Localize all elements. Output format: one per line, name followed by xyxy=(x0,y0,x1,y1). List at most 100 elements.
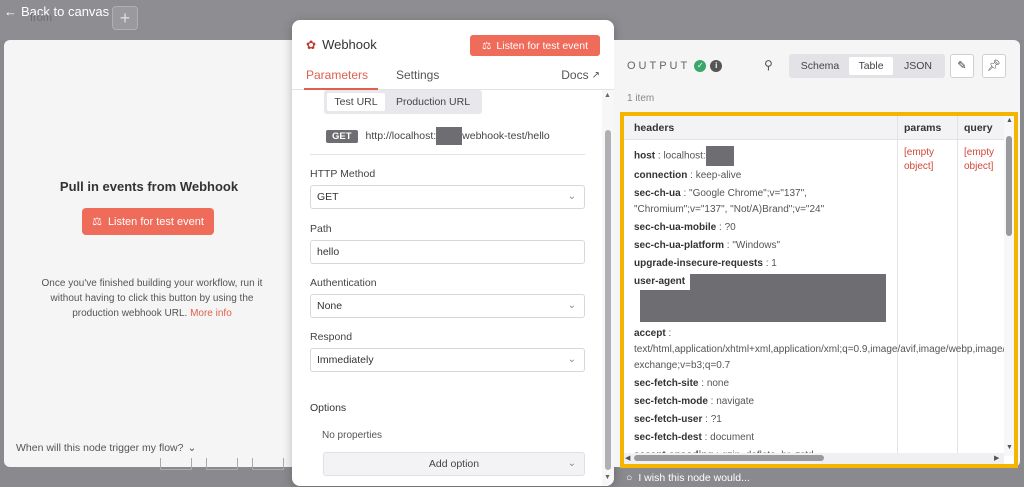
redacted-block xyxy=(690,274,886,322)
tab-settings[interactable]: Settings xyxy=(396,68,439,82)
table-horizontal-scrollbar[interactable]: ◀ ▶ xyxy=(624,453,1004,464)
path-value: hello xyxy=(317,246,340,258)
authentication-select[interactable]: None ⌄ xyxy=(310,294,585,318)
scroll-down-icon[interactable]: ▼ xyxy=(604,474,611,481)
feedback-link[interactable]: ○ I wish this node would... xyxy=(626,472,750,484)
back-to-canvas-button[interactable]: ← Back to canvas xyxy=(4,4,109,19)
input-panel-description: Once you've finished building your workf… xyxy=(28,276,276,321)
scroll-down-icon[interactable]: ▼ xyxy=(1006,444,1013,451)
url-suffix: webhook-test/hello xyxy=(462,130,550,142)
authentication-value: None xyxy=(317,300,343,312)
header-key: sec-fetch-user xyxy=(634,414,703,425)
header-entry: accept : text/html,application/xhtml+xml… xyxy=(634,326,1014,374)
lightbulb-icon: ○ xyxy=(626,472,633,484)
header-value: 1 xyxy=(771,258,777,269)
header-entry: sec-ch-ua-mobile : ?0 xyxy=(634,222,736,233)
add-node-button[interactable]: + xyxy=(112,6,138,30)
header-value: localhost: xyxy=(663,150,706,162)
header-value: navigate xyxy=(716,396,755,407)
canvas-control xyxy=(252,458,284,470)
test-url-tab[interactable]: Test URL xyxy=(327,93,385,111)
item-count: 1 item xyxy=(627,93,655,104)
header-key: sec-fetch-mode xyxy=(634,396,708,407)
output-title-text: OUTPUT xyxy=(627,60,691,72)
webhook-url-row[interactable]: GET http://localhost: webhook-test/hello xyxy=(326,127,550,145)
query-cell: [empty object] xyxy=(964,147,995,172)
header-value: ?0 xyxy=(724,222,736,233)
pin-data-button[interactable]: 📌︎ xyxy=(982,54,1006,78)
node-listen-button[interactable]: ⚖ Listen for test event xyxy=(470,35,600,56)
header-key: accept xyxy=(634,328,666,339)
column-divider xyxy=(957,116,958,456)
http-method-select[interactable]: GET ⌄ xyxy=(310,185,585,209)
header-entry: connection : keep-alive xyxy=(634,170,742,181)
arrow-left-icon: ← xyxy=(4,4,17,19)
column-header-params: params xyxy=(904,122,942,134)
parameters-body: Test URL Production URL GET http://local… xyxy=(292,90,602,486)
header-value: keep-alive xyxy=(695,170,742,181)
more-info-link[interactable]: More info xyxy=(190,308,232,319)
respond-label: Respond xyxy=(310,331,353,343)
table-header: headers params query xyxy=(624,116,1014,140)
scroll-right-icon[interactable]: ▶ xyxy=(994,454,999,462)
schema-view-tab[interactable]: Schema xyxy=(793,57,847,75)
chevron-down-icon: ⌄ xyxy=(567,300,576,311)
tab-parameters[interactable]: Parameters xyxy=(306,68,368,82)
method-badge: GET xyxy=(326,129,358,143)
input-panel: Pull in events from Webhook ⚖ Listen for… xyxy=(4,40,300,467)
header-value: ?1 xyxy=(710,414,722,425)
header-key: sec-ch-ua xyxy=(634,188,681,199)
scroll-up-icon[interactable]: ▲ xyxy=(604,92,611,99)
listen-for-test-event-button[interactable]: ⚖ Listen for test event xyxy=(82,208,214,235)
check-circle-icon: ✓ xyxy=(694,60,707,72)
scrollbar-thumb[interactable] xyxy=(605,130,611,470)
docs-link[interactable]: Docs ↗ xyxy=(561,68,600,82)
trigger-help-toggle[interactable]: When will this node trigger my flow? ⌄ xyxy=(16,442,196,454)
http-method-label: HTTP Method xyxy=(310,168,376,180)
node-settings-panel: ✿ Webhook ⚖ Listen for test event Parame… xyxy=(292,20,614,486)
header-key: sec-fetch-site xyxy=(634,378,699,389)
json-view-tab[interactable]: JSON xyxy=(895,57,941,75)
scrollbar-thumb[interactable] xyxy=(1006,136,1012,236)
header-entry: upgrade-insecure-requests : 1 xyxy=(634,258,777,269)
table-view-tab[interactable]: Table xyxy=(849,57,893,75)
header-value: none xyxy=(706,378,730,389)
header-value: "Windows" xyxy=(732,240,781,251)
authentication-label: Authentication xyxy=(310,277,377,289)
parameters-scrollbar[interactable]: ▲ ▼ xyxy=(602,90,614,486)
header-key: upgrade-insecure-requests xyxy=(634,258,763,269)
add-option-label: Add option xyxy=(428,458,480,470)
headers-cell: host : localhost: connection : keep-aliv… xyxy=(634,146,1014,464)
search-icon[interactable]: ⚲ xyxy=(764,58,773,72)
scrollbar-thumb[interactable] xyxy=(634,455,824,461)
column-divider xyxy=(897,116,898,456)
node-header: ✿ Webhook ⚖ Listen for test event Parame… xyxy=(292,20,614,90)
output-panel: OUTPUT ✓ i ⚲ Schema Table JSON ✎ 📌︎ 1 it… xyxy=(614,40,1020,468)
add-option-button[interactable]: Add option ⌄ xyxy=(323,452,585,476)
http-method-value: GET xyxy=(317,191,339,203)
background-node-label: from xyxy=(30,12,52,24)
chevron-down-icon: ⌄ xyxy=(567,458,576,469)
header-key: host xyxy=(634,150,656,162)
header-entry: host : localhost: xyxy=(634,146,894,166)
output-table: headers params query host : localhost: c… xyxy=(620,112,1018,468)
external-link-icon: ↗ xyxy=(591,69,600,81)
pencil-icon: ✎ xyxy=(957,60,967,72)
production-url-tab[interactable]: Production URL xyxy=(388,93,478,111)
redacted-block xyxy=(705,146,734,166)
canvas-control xyxy=(206,458,238,470)
input-panel-title: Pull in events from Webhook xyxy=(59,179,239,194)
scroll-up-icon[interactable]: ▲ xyxy=(1006,117,1013,124)
chevron-down-icon: ⌄ xyxy=(187,442,197,454)
chevron-down-icon: ⌄ xyxy=(567,354,576,365)
scroll-left-icon[interactable]: ◀ xyxy=(625,454,630,462)
path-input[interactable]: hello xyxy=(310,240,585,264)
info-icon[interactable]: i xyxy=(710,60,723,72)
respond-select[interactable]: Immediately ⌄ xyxy=(310,348,585,372)
node-title: ✿ Webhook xyxy=(306,37,377,52)
table-vertical-scrollbar[interactable]: ▲ ▼ xyxy=(1004,116,1014,456)
edit-output-button[interactable]: ✎ xyxy=(950,54,974,78)
redacted-block xyxy=(640,290,690,322)
redacted-block xyxy=(436,127,463,145)
header-entry: sec-fetch-user : ?1 xyxy=(634,414,722,425)
